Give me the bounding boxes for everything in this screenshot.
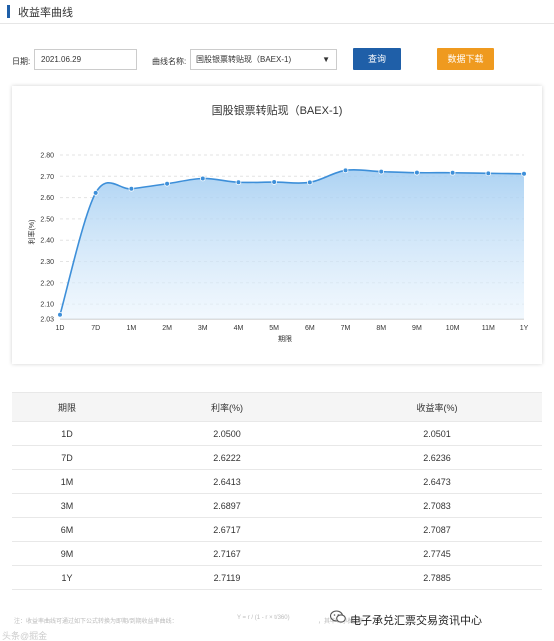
x-tick-label: 9M	[412, 325, 422, 332]
y-tick-label: 2.70	[40, 174, 54, 181]
data-point[interactable]	[164, 180, 170, 187]
watermark-right: 电子承兑汇票交易资讯中心	[350, 615, 482, 627]
curve-label: 曲线名称:	[152, 57, 187, 66]
x-tick-label: 7D	[91, 325, 100, 332]
chart-title: 国股银票转贴现（BAEX-1)	[212, 103, 343, 117]
x-tick-label: 4M	[234, 325, 244, 332]
y-tick-label: 2.10	[40, 302, 54, 309]
table-row: 9M 2.7167 2.7745	[12, 541, 542, 566]
cell-rate: 2.6222	[122, 445, 332, 470]
data-point[interactable]	[449, 169, 456, 176]
cell-term: 7D	[12, 445, 122, 470]
cell-rate: 2.6717	[122, 517, 332, 542]
wechat-icon	[330, 610, 346, 623]
cell-yield: 2.0501	[332, 421, 542, 446]
x-tick-label: 7M	[341, 325, 351, 332]
y-tick-label: 2.30	[40, 259, 54, 266]
table-row: 1Y 2.7119 2.7885	[12, 565, 542, 590]
cell-rate: 2.7167	[122, 541, 332, 566]
y-tick-label: 2.50	[40, 216, 54, 223]
table-row: 6M 2.6717 2.7087	[12, 517, 542, 542]
x-tick-label: 1M	[127, 325, 137, 332]
y-tick-label: 2.40	[40, 238, 54, 245]
filter-bar: 日期: 2021.06.29 曲线名称: 国股银票转贴现（BAEX-1) ▼ 查…	[0, 48, 554, 72]
page-title: 收益率曲线	[18, 7, 73, 19]
curve-select-value: 国股银票转贴现（BAEX-1)	[196, 55, 292, 64]
table-row: 1D 2.0500 2.0501	[12, 421, 542, 446]
data-point[interactable]	[271, 179, 277, 185]
footnote-formula: Y = r / (1 - r × t/360)	[237, 615, 290, 621]
cell-term: 3M	[12, 493, 122, 518]
table-row: 3M 2.6897 2.7083	[12, 493, 542, 518]
data-point[interactable]	[307, 179, 313, 186]
data-point[interactable]	[57, 311, 63, 318]
y-axis-label: 利率(%)	[27, 220, 36, 245]
cell-term: 9M	[12, 541, 122, 566]
data-point[interactable]	[485, 170, 492, 177]
cell-term: 1M	[12, 469, 122, 494]
watermark-left: 头条@掘金	[2, 631, 48, 641]
data-table-wrap: 期限 利率(%) 收益率(%) 1D 2.0500 2.0501 7D 2.62…	[12, 392, 542, 590]
query-button[interactable]: 查询	[353, 48, 401, 70]
data-point[interactable]	[414, 169, 420, 176]
data-point[interactable]	[235, 179, 242, 186]
data-table: 期限 利率(%) 收益率(%) 1D 2.0500 2.0501 7D 2.62…	[12, 392, 542, 590]
y-tick-label: 2.03	[40, 317, 54, 324]
date-label: 日期:	[12, 57, 31, 66]
chart-card: 国股银票转贴现（BAEX-1) SHCPE 2.802.702.602.502.…	[12, 86, 542, 364]
data-point[interactable]	[521, 170, 527, 177]
date-field[interactable]: 2021.06.29	[34, 49, 137, 70]
x-tick-label: 8M	[376, 325, 386, 332]
table-row: 1M 2.6413 2.6473	[12, 469, 542, 494]
x-tick-label: 5M	[269, 325, 279, 332]
x-axis-label: 期限	[278, 334, 292, 343]
table-header-row: 期限 利率(%) 收益率(%)	[12, 392, 542, 422]
cell-rate: 2.6897	[122, 493, 332, 518]
data-point[interactable]	[342, 167, 349, 174]
x-tick-label: 10M	[446, 325, 460, 332]
cell-rate: 2.0500	[122, 421, 332, 446]
footnote-text: 注：收益率曲线可通过如下公式转换为即期/到期收益率曲线：	[14, 619, 178, 625]
header-term: 期限	[12, 392, 122, 422]
table-row: 7D 2.6222 2.6236	[12, 445, 542, 470]
series-area	[60, 169, 524, 319]
cell-rate: 2.7119	[122, 565, 332, 590]
x-tick-label: 3M	[198, 325, 208, 332]
data-point[interactable]	[92, 190, 99, 196]
x-tick-label: 1Y	[520, 325, 529, 332]
data-point[interactable]	[128, 186, 135, 192]
y-tick-label: 2.20	[40, 280, 54, 287]
cell-yield: 2.7745	[332, 541, 542, 566]
x-tick-label: 11M	[482, 325, 495, 332]
curve-select[interactable]: 国股银票转贴现（BAEX-1) ▼	[190, 49, 337, 70]
cell-yield: 2.7885	[332, 565, 542, 590]
caret-down-icon: ▼	[322, 55, 330, 64]
cell-yield: 2.7087	[332, 517, 542, 542]
x-tick-label: 1D	[56, 325, 65, 332]
data-point[interactable]	[378, 168, 385, 175]
cell-term: 6M	[12, 517, 122, 542]
header-rate: 利率(%)	[122, 392, 332, 422]
cell-yield: 2.7083	[332, 493, 542, 518]
footnote: 注：收益率曲线可通过如下公式转换为即期/到期收益率曲线： Y = r / (1 …	[0, 608, 554, 641]
y-tick-label: 2.80	[40, 153, 54, 160]
x-tick-label: 2M	[162, 325, 172, 332]
cell-yield: 2.6236	[332, 445, 542, 470]
header-accent-bar	[7, 5, 10, 18]
cell-term: 1D	[12, 421, 122, 446]
cell-term: 1Y	[12, 565, 122, 590]
cell-rate: 2.6413	[122, 469, 332, 494]
header-yield: 收益率(%)	[332, 392, 542, 422]
data-point[interactable]	[199, 175, 206, 182]
x-tick-label: 6M	[305, 325, 315, 332]
yield-curve-chart: 国股银票转贴现（BAEX-1) SHCPE 2.802.702.602.502.…	[27, 103, 529, 343]
y-tick-label: 2.60	[40, 195, 54, 202]
page-header: 收益率曲线	[0, 0, 554, 24]
download-button[interactable]: 数据下载	[437, 48, 494, 70]
cell-yield: 2.6473	[332, 469, 542, 494]
